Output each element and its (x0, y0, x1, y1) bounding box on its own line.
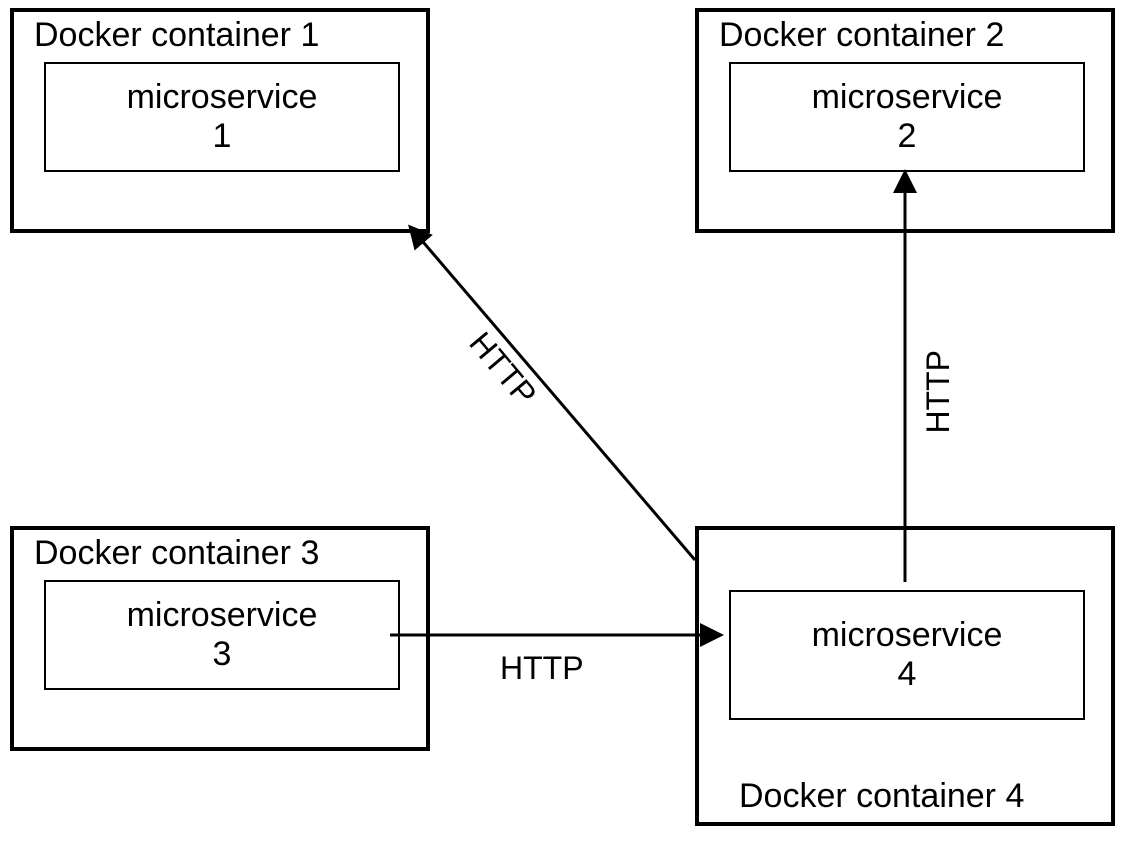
microservice-3-box: microservice 3 (44, 580, 400, 690)
microservice-1-name: microservice (127, 78, 318, 117)
microservice-1-box: microservice 1 (44, 62, 400, 172)
microservice-2-box: microservice 2 (729, 62, 1085, 172)
container-3-title: Docker container 3 (34, 534, 319, 573)
docker-container-3: Docker container 3 microservice 3 (10, 526, 430, 751)
arrow-ms4-to-ms1 (412, 229, 695, 560)
microservice-2-num: 2 (898, 117, 917, 156)
microservice-3-num: 3 (213, 635, 232, 674)
container-1-title: Docker container 1 (34, 16, 319, 55)
microservice-4-box: microservice 4 (729, 590, 1085, 720)
edge-label-ms3-ms4: HTTP (500, 650, 584, 687)
docker-container-1: Docker container 1 microservice 1 (10, 8, 430, 233)
docker-container-4: microservice 4 Docker container 4 (695, 526, 1115, 826)
container-2-title: Docker container 2 (719, 16, 1004, 55)
microservice-4-name: microservice (812, 616, 1003, 655)
container-4-title: Docker container 4 (739, 777, 1024, 816)
edge-label-ms4-ms1: HTTP (462, 325, 544, 413)
microservice-1-num: 1 (213, 117, 232, 156)
microservice-4-num: 4 (898, 655, 917, 694)
microservice-2-name: microservice (812, 78, 1003, 117)
docker-container-2: Docker container 2 microservice 2 (695, 8, 1115, 233)
microservice-3-name: microservice (127, 596, 318, 635)
edge-label-ms4-ms2: HTTP (920, 350, 957, 434)
